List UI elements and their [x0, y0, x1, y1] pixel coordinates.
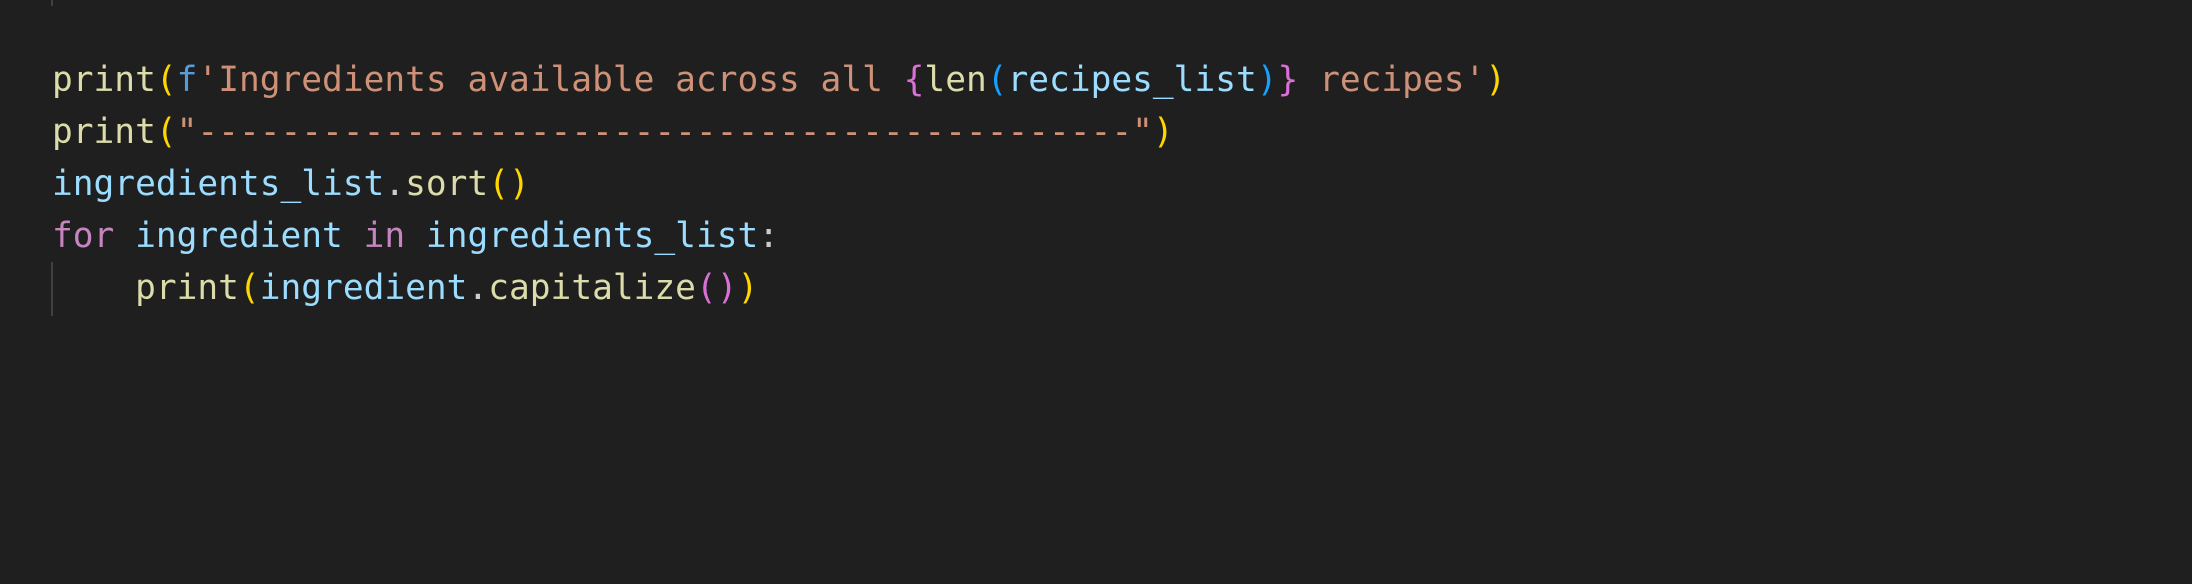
code-token: ) [737, 268, 759, 308]
code-line[interactable]: ingredients_list.sort() [52, 158, 530, 210]
code-token: } [1277, 60, 1299, 100]
code-token: f [176, 60, 198, 100]
code-token: : [758, 216, 780, 256]
code-token: . [467, 268, 489, 308]
code-token: in [363, 216, 406, 256]
code-token: sort [405, 164, 489, 204]
code-token: capitalize [488, 268, 696, 308]
code-line[interactable]: print(ingredient.capitalize()) [52, 262, 758, 314]
code-token: . [384, 164, 406, 204]
code-token: ( [986, 60, 1008, 100]
code-token: ingredients_list [425, 216, 759, 256]
code-line[interactable]: print("---------------------------------… [52, 106, 1174, 158]
code-token: ) [1256, 60, 1278, 100]
code-token: print [135, 268, 239, 308]
code-token: ( [695, 268, 717, 308]
code-token: recipes_list [1007, 60, 1257, 100]
code-line[interactable]: for ingredient in ingredients_list: [52, 210, 779, 262]
code-token: ingredient [259, 268, 468, 308]
code-token: ingredient [135, 216, 343, 256]
code-token: 'Ingredients available across all [197, 60, 904, 100]
code-token: for [52, 216, 115, 256]
code-token: { [903, 60, 925, 100]
code-token: len [924, 60, 987, 100]
code-token: ingredients_list [52, 164, 385, 204]
code-token: recipes' [1298, 60, 1486, 100]
code-token: ) [1152, 112, 1174, 152]
code-line[interactable]: print(f'Ingredients available across all… [52, 54, 1506, 106]
code-token: ( [155, 112, 177, 152]
code-token: print [52, 112, 156, 152]
code-token: ) [716, 268, 738, 308]
code-token: "---------------------------------------… [176, 112, 1153, 152]
indent-guide [51, 0, 53, 6]
code-token: ( [238, 268, 260, 308]
code-token: () [488, 164, 530, 204]
code-token: print [52, 60, 156, 100]
code-token: ( [155, 60, 177, 100]
code-token: ) [1485, 60, 1507, 100]
